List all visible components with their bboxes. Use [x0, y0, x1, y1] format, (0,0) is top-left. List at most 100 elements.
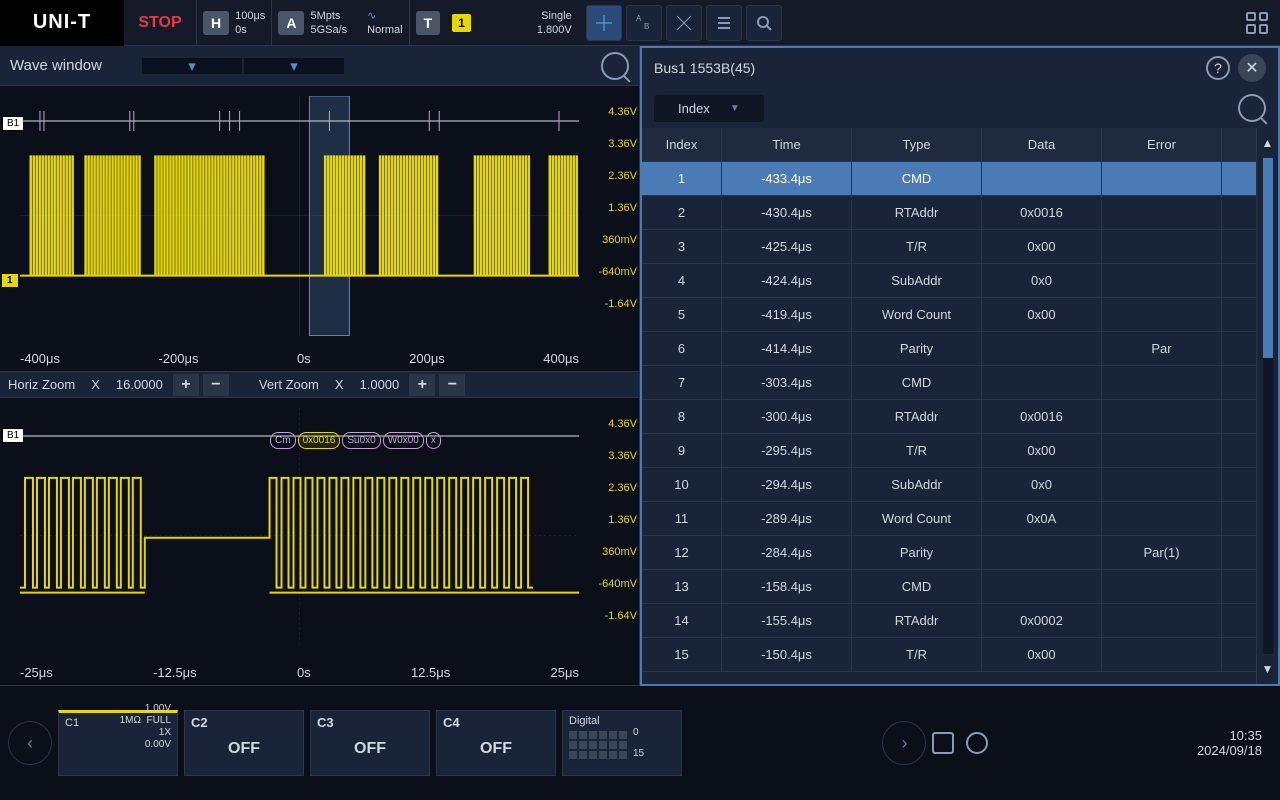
- v-label: 4.36V: [598, 408, 637, 440]
- list-icon[interactable]: [706, 5, 742, 41]
- column-header[interactable]: Error: [1102, 128, 1222, 161]
- wave-tab-1[interactable]: ▾: [142, 58, 242, 74]
- index-selector[interactable]: Index▼: [654, 95, 764, 122]
- bus-decode-panel: Bus1 1553B(45) ? ✕ Index▼ IndexTimeTypeD…: [640, 46, 1280, 686]
- decode-table: IndexTimeTypeDataError 1-433.4μsCMD2-430…: [642, 128, 1256, 684]
- table-row[interactable]: 5-419.4μsWord Count0x00: [642, 298, 1256, 332]
- usb-icon[interactable]: [932, 732, 954, 754]
- table-scrollbar[interactable]: ▲ ▼: [1256, 128, 1278, 684]
- table-row[interactable]: 10-294.4μsSubAddr0x0: [642, 468, 1256, 502]
- h-offset: 0s: [235, 23, 265, 37]
- datetime: 10:35 2024/09/18: [1197, 728, 1272, 758]
- trigger-section[interactable]: T 1 Single1.800V: [409, 0, 578, 46]
- wave-title: Wave window: [10, 57, 102, 74]
- bus-title: Bus1 1553B(45): [654, 60, 755, 76]
- ab-maker-icon[interactable]: AB: [626, 5, 662, 41]
- column-header[interactable]: Index: [642, 128, 722, 161]
- column-header[interactable]: Data: [982, 128, 1102, 161]
- table-row[interactable]: 13-158.4μsCMD: [642, 570, 1256, 604]
- table-row[interactable]: 15-150.4μsT/R0x00: [642, 638, 1256, 672]
- trig-mode: Single: [537, 9, 572, 23]
- horiz-zoom-out[interactable]: −: [203, 374, 229, 396]
- apps-menu-icon[interactable]: [1234, 0, 1280, 46]
- decode-wc: W0x00: [383, 432, 424, 449]
- measure-icon[interactable]: [666, 5, 702, 41]
- table-row[interactable]: 7-303.4μsCMD: [642, 366, 1256, 400]
- column-header[interactable]: Type: [852, 128, 982, 161]
- x-label: -25μs: [20, 665, 53, 680]
- search-tool-icon[interactable]: [746, 5, 782, 41]
- scroll-down-icon[interactable]: ▼: [1262, 654, 1274, 684]
- wave-window-header: Wave window ▾▾: [0, 46, 639, 86]
- sample-rate: 5GSa/s: [310, 23, 347, 37]
- toolbar-icons: AB: [586, 5, 782, 41]
- acq-mode: Normal: [367, 23, 402, 37]
- table-row[interactable]: 9-295.4μsT/R0x00: [642, 434, 1256, 468]
- v-label: 3.36V: [598, 440, 637, 472]
- x-label: 12.5μs: [411, 665, 450, 680]
- table-row[interactable]: 2-430.4μsRTAddr0x0016: [642, 196, 1256, 230]
- trig-level: 1.800V: [537, 23, 572, 37]
- decode-sub: Su0x0: [342, 432, 380, 449]
- channel-c1[interactable]: C1 1.00V 1MΩ FULL 1X 0.00V: [58, 710, 178, 776]
- cursor-tool-icon[interactable]: [586, 5, 622, 41]
- close-icon[interactable]: ✕: [1238, 54, 1266, 82]
- x-label: -12.5μs: [153, 665, 197, 680]
- table-row[interactable]: 3-425.4μsT/R0x00: [642, 230, 1256, 264]
- decode-addr: 0x0016: [298, 432, 341, 449]
- channel-bar: ‹ C1 1.00V 1MΩ FULL 1X 0.00V C2OFF C3OFF…: [0, 686, 1280, 800]
- table-row[interactable]: 4-424.4μsSubAddr0x0: [642, 264, 1256, 298]
- x-label: -200μs: [158, 351, 198, 366]
- h-badge: H: [203, 11, 229, 35]
- acquisition-section[interactable]: A 5Mpts5GSa/s ∿Normal: [271, 0, 408, 46]
- run-status[interactable]: STOP: [124, 14, 196, 32]
- table-row[interactable]: 6-414.4μsParityPar: [642, 332, 1256, 366]
- v-label: 2.36V: [598, 472, 637, 504]
- table-row[interactable]: 14-155.4μsRTAddr0x0002: [642, 604, 1256, 638]
- svg-text:A: A: [636, 14, 642, 23]
- help-icon[interactable]: ?: [1206, 56, 1230, 80]
- wave-icon: ∿: [367, 9, 402, 23]
- vert-zoom-out[interactable]: −: [439, 374, 465, 396]
- table-row[interactable]: 11-289.4μsWord Count0x0A: [642, 502, 1256, 536]
- prev-page-icon[interactable]: ‹: [8, 721, 52, 765]
- column-header[interactable]: Time: [722, 128, 852, 161]
- table-row[interactable]: 12-284.4μsParityPar(1): [642, 536, 1256, 570]
- v-label: 1.36V: [598, 192, 637, 224]
- ch1-marker[interactable]: 1: [2, 274, 18, 287]
- v-label: -1.64V: [598, 288, 637, 320]
- v-label: 1.36V: [598, 504, 637, 536]
- channel-c4[interactable]: C4OFF: [436, 710, 556, 776]
- horizontal-section[interactable]: H 100μs0s: [196, 0, 271, 46]
- x-label: 25μs: [551, 665, 579, 680]
- channel-digital[interactable]: Digital 015: [562, 710, 682, 776]
- waveform-overview[interactable]: B1 1 4.36V3.36V2.36V1.36V360mV-640mV-1.6…: [0, 86, 639, 372]
- channel-c3[interactable]: C3OFF: [310, 710, 430, 776]
- vert-zoom-in[interactable]: +: [409, 374, 435, 396]
- table-row[interactable]: 1-433.4μsCMD: [642, 162, 1256, 196]
- decode-tags: Cm 0x0016 Su0x0 W0x00 x: [270, 432, 441, 449]
- horiz-zoom-value: 16.0000: [108, 377, 171, 392]
- network-icon[interactable]: [966, 732, 988, 754]
- x-label: -400μs: [20, 351, 60, 366]
- x-label: 0s: [297, 665, 311, 680]
- timebase: 100μs: [235, 9, 265, 23]
- waveform-zoom[interactable]: B1 Cm 0x0016 Su0x0 W0x00 x 4.36V3.36V2.3…: [0, 398, 639, 686]
- v-label: -640mV: [598, 568, 637, 600]
- horiz-zoom-label: Horiz Zoom: [0, 377, 83, 392]
- horiz-zoom-in[interactable]: +: [173, 374, 199, 396]
- logo: UNI-T: [0, 0, 124, 46]
- next-page-icon[interactable]: ›: [882, 721, 926, 765]
- channel-c2[interactable]: C2OFF: [184, 710, 304, 776]
- table-row[interactable]: 8-300.4μsRTAddr0x0016: [642, 400, 1256, 434]
- scroll-up-icon[interactable]: ▲: [1262, 128, 1274, 158]
- bus-search-icon[interactable]: [1238, 94, 1266, 122]
- v-label: -1.64V: [598, 600, 637, 632]
- v-label: 360mV: [598, 536, 637, 568]
- v-label: 3.36V: [598, 128, 637, 160]
- x-label: 400μs: [543, 351, 579, 366]
- v-label: 2.36V: [598, 160, 637, 192]
- v-label: 4.36V: [598, 96, 637, 128]
- wave-tab-2[interactable]: ▾: [244, 58, 344, 74]
- search-icon[interactable]: [601, 52, 629, 80]
